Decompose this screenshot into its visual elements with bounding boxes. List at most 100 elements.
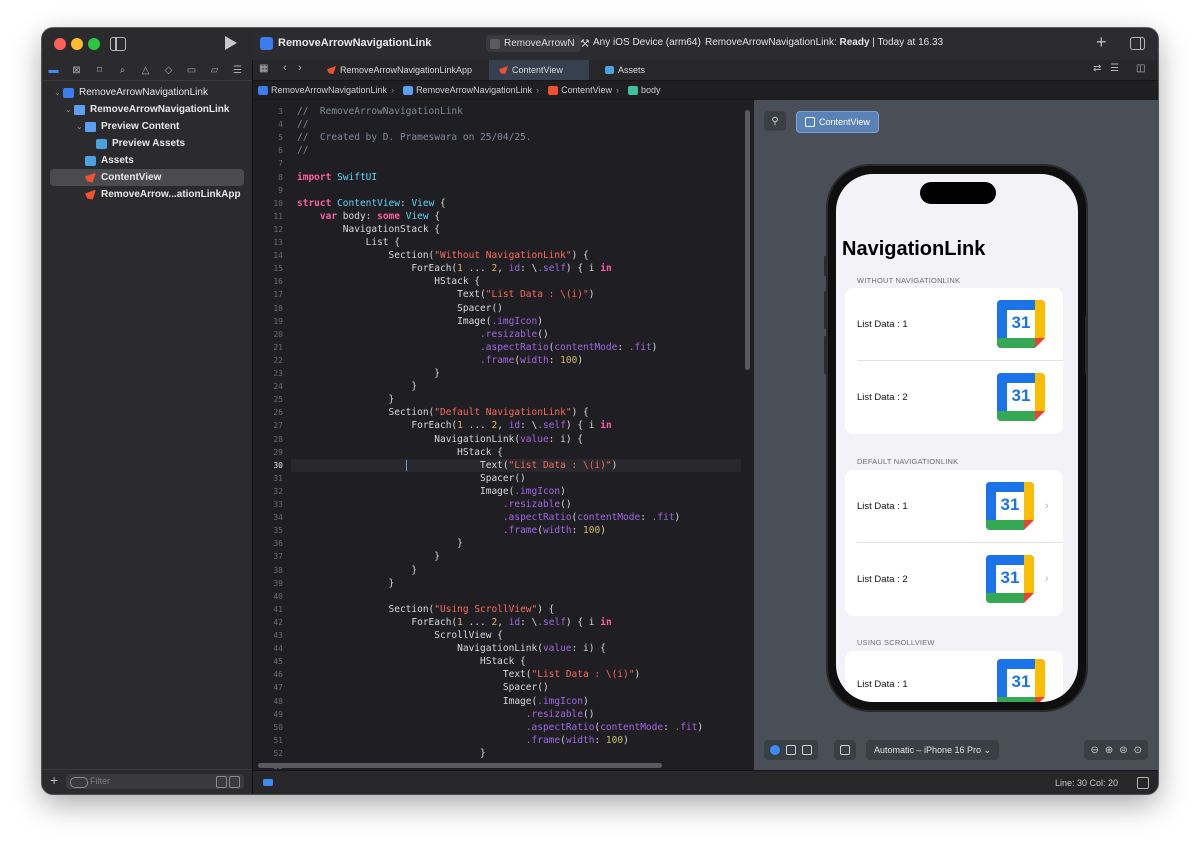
selectable-mode-icon[interactable] (786, 745, 796, 755)
tab-assets[interactable]: Assets (595, 60, 655, 80)
iphone-frame: NavigationLink WITHOUT NAVIGATIONLINK Li… (824, 164, 1088, 712)
code-line: Spacer() (297, 472, 526, 484)
tab-contentview[interactable]: ContentView (489, 60, 589, 80)
zoom-window-button[interactable] (88, 38, 100, 50)
add-icon[interactable]: + (1096, 32, 1107, 53)
forward-icon[interactable]: › (298, 62, 302, 74)
modified-files-icon[interactable] (229, 776, 240, 788)
jump-bar-project[interactable]: RemoveArrowNavigationLink (271, 85, 387, 95)
scheme-selector[interactable]: RemoveArrowN (486, 35, 581, 52)
run-icon[interactable] (225, 36, 237, 50)
code-line: .frame(width: 100) (480, 354, 584, 366)
section-header: DEFAULT NAVIGATIONLINK (857, 457, 959, 466)
swift-file-icon (327, 66, 336, 74)
run-destination[interactable]: Any iOS Device (arm64) (593, 37, 701, 48)
code-line: // (297, 119, 309, 131)
jump-bar-file[interactable]: ContentView (561, 85, 612, 95)
tree-item-project[interactable]: ⌄ RemoveArrowNavigationLink (42, 84, 252, 101)
line-number: 49 (273, 709, 283, 719)
line-number: 33 (273, 500, 283, 509)
source-control-icon[interactable]: ⊠ (65, 60, 88, 80)
line-number: 36 (273, 539, 283, 549)
test-icon[interactable]: ◇ (157, 60, 180, 80)
inspector-toggle-icon[interactable] (1130, 37, 1145, 50)
code-line: } (297, 381, 418, 393)
tree-item-assets[interactable]: Assets (42, 152, 252, 169)
scheme-label: RemoveArrowN (504, 38, 575, 49)
code-line: } (297, 747, 486, 759)
tree-item-label: RemoveArrow...ationLinkApp (101, 189, 241, 200)
jump-bar-group[interactable]: RemoveArrowNavigationLink (416, 85, 532, 95)
preview-tab-label: ContentView (819, 117, 870, 127)
tree-item-preview-content[interactable]: ⌄ Preview Content (42, 118, 252, 135)
folder-icon[interactable]: ▬ (42, 60, 65, 80)
split-editor-icon[interactable]: ◫ (1136, 63, 1145, 74)
debug-area-icon[interactable] (263, 779, 273, 786)
preview-device-menu[interactable]: Automatic – iPhone 16 Pro ⌄ (866, 740, 1000, 760)
line-number: 26 (273, 408, 283, 418)
zoom-out-icon[interactable]: ⊖ (1090, 745, 1098, 756)
canvas-controls: Automatic – iPhone 16 Pro ⌄ ⊖ ⊕ ⊜ ⊙ (754, 740, 1158, 770)
minimize-window-button[interactable] (71, 38, 83, 50)
code-line: } (297, 564, 418, 576)
device-settings-icon (840, 745, 850, 755)
code-line: .resizable() (502, 499, 572, 510)
filter-field[interactable]: Filter (66, 774, 244, 789)
vertical-scrollbar[interactable] (745, 110, 750, 370)
line-number: 42 (273, 617, 283, 627)
zoom-in-icon[interactable]: ⊕ (1105, 745, 1113, 756)
grid-icon[interactable]: ▦ (259, 63, 268, 74)
warning-icon[interactable]: △ (134, 60, 157, 80)
add-file-icon[interactable]: + (50, 772, 58, 788)
calendar-icon: 31 (997, 300, 1045, 348)
list-section: List Data : 1 31 (845, 651, 1063, 702)
code-line: Text("List Data : \(i)") (297, 669, 641, 681)
line-number: 37 (273, 552, 283, 562)
horizontal-scrollbar[interactable] (258, 763, 662, 768)
navigation-link-row[interactable]: List Data : 1 31 › (845, 470, 1063, 543)
preview-mode-control[interactable] (764, 740, 818, 760)
related-items-icon[interactable]: ⇄ (1093, 63, 1101, 74)
line-number: 27 (273, 421, 283, 431)
navigation-link-row[interactable]: List Data : 2 31 › (845, 543, 1063, 616)
zoom-actual-size-icon[interactable]: ⊜ (1119, 745, 1127, 756)
variants-icon[interactable] (802, 745, 812, 755)
xcode-window: RemoveArrowNavigationLink RemoveArrowN ⚒… (42, 28, 1158, 794)
zoom-to-fit-icon[interactable]: ⊙ (1134, 745, 1142, 756)
folder-icon (85, 121, 96, 132)
pin-icon[interactable]: ⚲ (764, 111, 786, 131)
filter-options[interactable] (216, 776, 240, 788)
sidebar-toggle-icon[interactable] (110, 37, 126, 51)
tree-item-preview-assets[interactable]: Preview Assets (42, 135, 252, 152)
device-screen[interactable]: NavigationLink WITHOUT NAVIGATIONLINK Li… (836, 174, 1078, 702)
code-line: .resizable() (480, 328, 549, 340)
recent-files-icon[interactable] (216, 776, 227, 788)
chevron-down-icon[interactable]: ⌄ (76, 122, 85, 131)
editor-options-icon[interactable]: ☰ (1110, 63, 1119, 74)
tab-app[interactable]: RemoveArrowNavigationLinkApp (317, 60, 482, 80)
preview-tab[interactable]: ContentView (796, 111, 879, 133)
jump-bar-symbol[interactable]: body (641, 85, 661, 95)
bookmark-icon[interactable]: ⌑ (88, 60, 111, 80)
chevron-down-icon[interactable]: ⌄ (65, 105, 74, 114)
chevron-down-icon[interactable]: ⌄ (54, 88, 63, 97)
device-settings-button[interactable] (834, 740, 856, 760)
code-line: .resizable() (525, 708, 595, 720)
tree-item-contentview[interactable]: ContentView (50, 169, 244, 186)
live-mode-icon[interactable] (770, 745, 780, 755)
search-icon[interactable]: ⌕ (111, 60, 134, 80)
breakpoint-icon[interactable]: ▱ (203, 60, 226, 80)
cursor-position: Line: 30 Col: 20 (1055, 778, 1119, 788)
source-editor[interactable]: 3 4 5 6 7 8 9 10 11 12 13 14 15 16 17 18 19 20 21 22 23 24 25 2… (253, 100, 741, 770)
tree-item-app[interactable]: RemoveArrow...ationLinkApp (42, 186, 252, 203)
calendar-number: 31 (1011, 386, 1031, 405)
tree-item-group[interactable]: ⌄ RemoveArrowNavigationLink (42, 101, 252, 118)
line-number: 8 (278, 172, 283, 182)
debug-icon[interactable]: ▭ (180, 60, 203, 80)
calendar-icon: 31 (997, 659, 1045, 702)
report-icon[interactable]: ☰ (226, 60, 249, 80)
navigation-link-row[interactable]: List Data : 1 31 (845, 651, 1063, 702)
toggle-debug-area-icon[interactable] (1137, 777, 1149, 789)
back-icon[interactable]: ‹ (283, 62, 287, 74)
close-window-button[interactable] (54, 38, 66, 50)
